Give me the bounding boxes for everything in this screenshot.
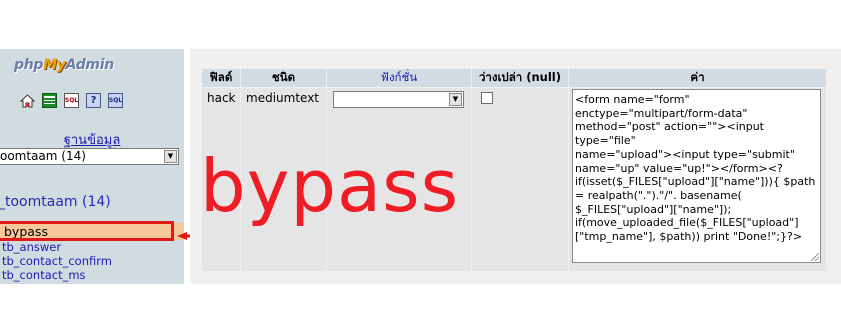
function-select[interactable]: ▼ — [333, 91, 464, 108]
database-select[interactable]: oomtaam (14) ▼ — [0, 148, 179, 165]
chevron-down-icon[interactable]: ▼ — [449, 93, 462, 106]
null-checkbox[interactable] — [481, 92, 493, 104]
navigation-frame: phpMyAdmin SQL ? SQL ฐานข้อมูล oomtaam (… — [0, 49, 184, 284]
quick-icons: SQL ? SQL — [20, 93, 123, 108]
header-field: ฟิลด์ — [202, 69, 240, 87]
highlight-box — [0, 221, 174, 241]
database-select-value: oomtaam (14) — [0, 149, 86, 163]
table-header-row: ฟิลด์ ชนิด ฟังก์ชั่น ว่างเปล่า (null) ค่… — [202, 69, 826, 87]
export-icon[interactable] — [42, 93, 57, 108]
table-item-tb-answer[interactable]: tb_answer — [0, 240, 184, 254]
table-item-tb-contact-confirm[interactable]: tb_contact_confirm — [0, 254, 184, 268]
query-icon[interactable]: SQL — [108, 93, 123, 108]
field-name: hack — [207, 91, 236, 105]
null-cell — [472, 88, 568, 271]
resize-grip-icon[interactable] — [811, 253, 819, 261]
home-icon[interactable] — [20, 93, 35, 108]
table-item-tb-contact-ms[interactable]: tb_contact_ms — [0, 268, 184, 282]
help-icon[interactable]: ? — [86, 93, 101, 108]
database-heading[interactable]: ฐานข้อมูล — [0, 129, 184, 150]
header-null: ว่างเปล่า (null) — [472, 69, 568, 87]
sql-icon[interactable]: SQL — [64, 93, 79, 108]
chevron-down-icon[interactable]: ▼ — [164, 150, 177, 163]
value-text: <form name="form" enctype="multipart/for… — [575, 93, 816, 244]
field-type: mediumtext — [246, 91, 320, 105]
database-title-link[interactable]: _toomtaam (14) — [0, 194, 111, 210]
annotation-text: bypass — [200, 144, 460, 228]
value-textarea[interactable]: <form name="form" enctype="multipart/for… — [572, 89, 821, 263]
header-type: ชนิด — [241, 69, 326, 87]
phpmyadmin-logo[interactable]: phpMyAdmin — [14, 57, 114, 73]
header-function[interactable]: ฟังก์ชั่น — [327, 69, 471, 87]
header-value: ค่า — [569, 69, 826, 87]
value-cell: <form name="form" enctype="multipart/for… — [569, 88, 826, 271]
